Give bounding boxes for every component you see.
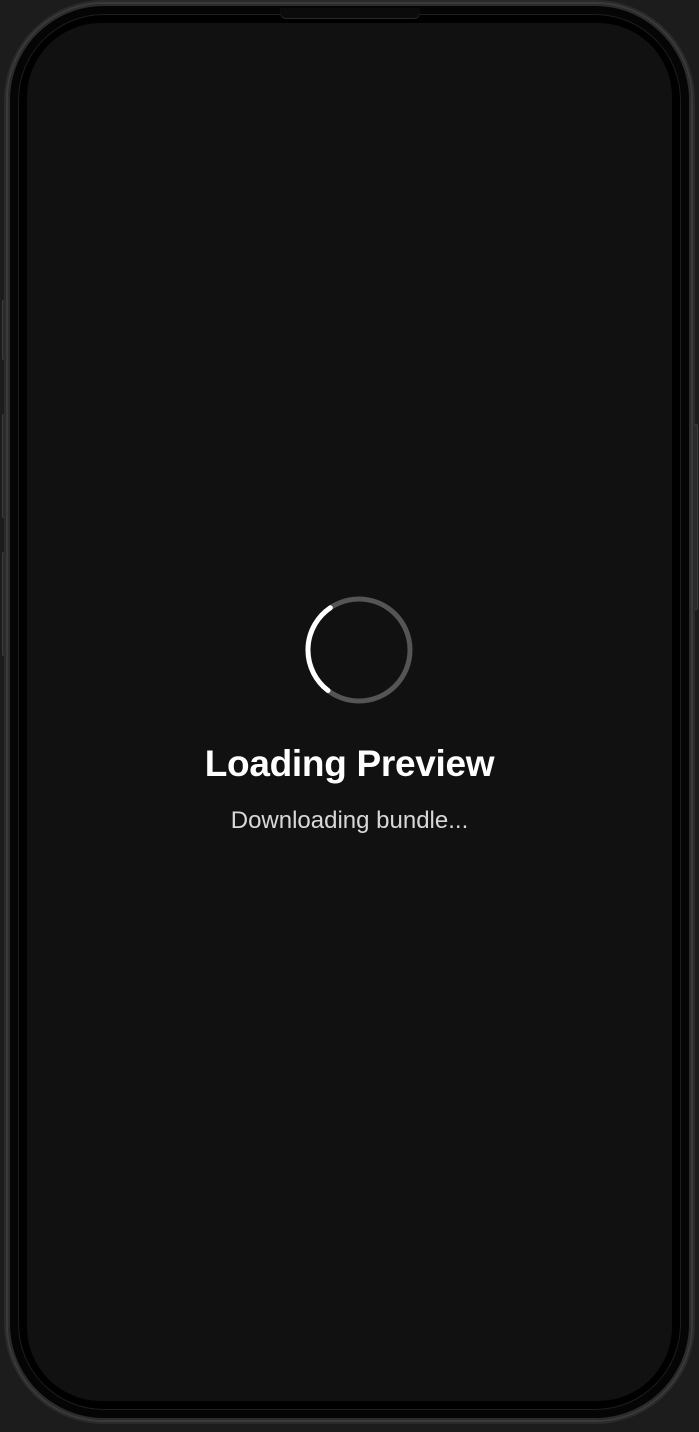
spinner-arc xyxy=(305,605,333,693)
loading-spinner-icon xyxy=(305,596,413,704)
power-button xyxy=(693,424,698,610)
volume-up-button xyxy=(2,414,7,518)
speaker-slot xyxy=(280,8,420,18)
device-stage: Loading Preview Downloading bundle... xyxy=(0,0,699,1432)
loading-status: Downloading bundle... xyxy=(230,807,469,834)
loading-title: Loading Preview xyxy=(204,743,495,784)
phone-screen: Loading Preview Downloading bundle... xyxy=(27,23,672,1401)
action-button xyxy=(2,300,7,360)
phone-frame: Loading Preview Downloading bundle... xyxy=(8,4,691,1420)
loading-screen: Loading Preview Downloading bundle... xyxy=(27,23,672,1401)
volume-down-button xyxy=(2,552,7,656)
